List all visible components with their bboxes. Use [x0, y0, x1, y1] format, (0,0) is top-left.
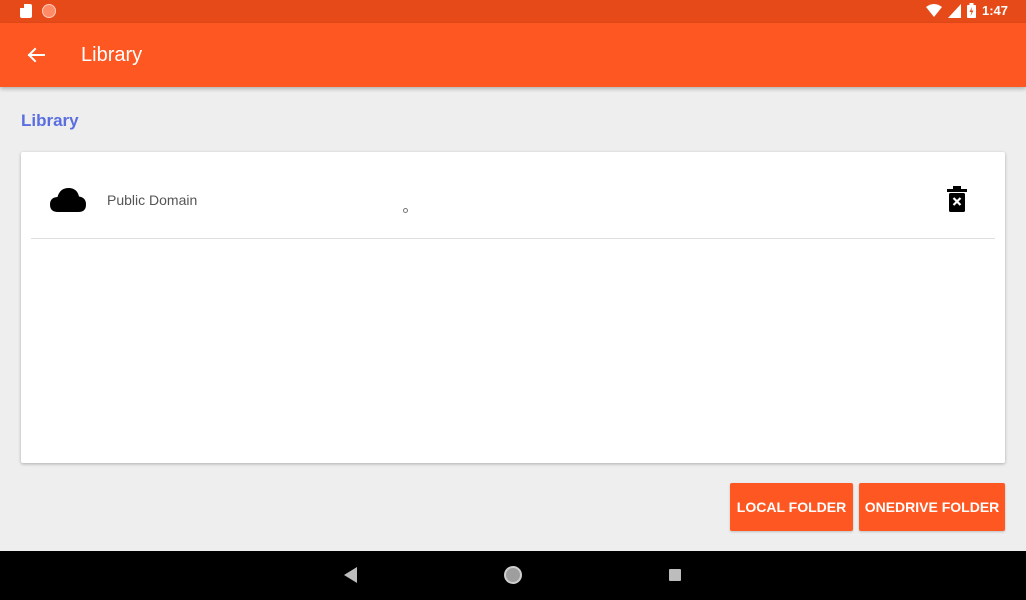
wifi-icon — [925, 3, 942, 18]
nav-back-icon[interactable] — [343, 567, 357, 588]
delete-icon[interactable] — [946, 185, 968, 218]
nav-recents-icon[interactable] — [669, 569, 681, 581]
nav-home-icon[interactable] — [504, 566, 522, 584]
battery-icon — [966, 3, 976, 18]
section-title: Library — [21, 111, 79, 130]
onedrive-folder-button[interactable]: ONEDRIVE FOLDER — [859, 483, 1005, 531]
status-left-icons — [20, 4, 56, 18]
progress-dot — [403, 208, 408, 213]
notification-circle-icon — [42, 4, 56, 18]
back-button[interactable] — [22, 41, 50, 69]
local-folder-button[interactable]: LOCAL FOLDER — [730, 483, 853, 531]
navigation-bar — [0, 551, 1026, 600]
library-card: Public Domain — [21, 152, 1005, 463]
library-item-public-domain[interactable]: Public Domain — [31, 152, 995, 239]
status-right-icons: 1:47 — [925, 3, 1008, 18]
library-item-label: Public Domain — [107, 192, 198, 208]
app-bar: Library — [0, 23, 1026, 87]
status-bar: 1:47 — [0, 0, 1026, 23]
app-bar-title: Library — [81, 44, 143, 66]
clock-time: 1:47 — [981, 3, 1008, 18]
arrow-back-icon — [27, 47, 45, 63]
sd-card-icon — [20, 4, 32, 18]
cloud-icon — [49, 185, 87, 218]
signal-icon — [947, 3, 961, 18]
